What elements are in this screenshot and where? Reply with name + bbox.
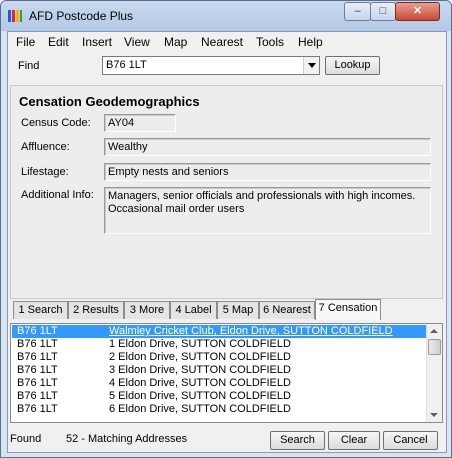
additional-info-label: Additional Info:: [21, 189, 94, 201]
client-area: File Edit Insert View Map Nearest Tools …: [7, 31, 447, 453]
menu-help[interactable]: Help: [298, 35, 323, 49]
lookup-button[interactable]: Lookup: [325, 56, 380, 75]
list-item[interactable]: B76 1LT 1 Eldon Drive, SUTTON COLDFIELD: [12, 338, 426, 351]
window-title: AFD Postcode Plus: [29, 9, 134, 23]
menu-nearest[interactable]: Nearest: [201, 35, 243, 49]
tab-search[interactable]: 1 Search: [13, 301, 68, 319]
lifestage-field: Empty nests and seniors: [104, 163, 431, 181]
list-item-address: Walmley Cricket Club, Eldon Drive, SUTTO…: [109, 325, 393, 337]
list-item-address: 4 Eldon Drive, SUTTON COLDFIELD: [109, 377, 291, 389]
list-item-postcode: B76 1LT: [17, 325, 58, 337]
list-item-address: 5 Eldon Drive, SUTTON COLDFIELD: [109, 390, 291, 402]
find-label: Find: [18, 60, 40, 72]
scroll-thumb[interactable]: [428, 339, 441, 355]
list-item[interactable]: B76 1LT 5 Eldon Drive, SUTTON COLDFIELD: [12, 390, 426, 403]
list-item[interactable]: B76 1LT Walmley Cricket Club, Eldon Driv…: [12, 325, 426, 338]
tab-results[interactable]: 2 Results: [68, 301, 124, 319]
list-item-postcode: B76 1LT: [17, 403, 58, 415]
chevron-down-icon[interactable]: [303, 57, 319, 74]
app-window: AFD Postcode Plus – □ ✕ File Edit Insert…: [0, 0, 452, 458]
find-input[interactable]: B76 1LT: [106, 59, 147, 71]
tab-more[interactable]: 3 More: [124, 301, 170, 319]
lifestage-label: Lifestage:: [21, 166, 69, 178]
title-bar[interactable]: AFD Postcode Plus – □ ✕: [1, 1, 451, 31]
list-item[interactable]: B76 1LT 2 Eldon Drive, SUTTON COLDFIELD: [12, 351, 426, 364]
app-icon: [8, 10, 22, 22]
lifestage-value: Empty nests and seniors: [108, 166, 229, 178]
results-list[interactable]: B76 1LT Walmley Cricket Club, Eldon Driv…: [10, 323, 443, 423]
menu-view[interactable]: View: [124, 35, 150, 49]
menu-map[interactable]: Map: [164, 35, 187, 49]
tab-label[interactable]: 4 Label: [170, 301, 217, 319]
list-item-address: 6 Eldon Drive, SUTTON COLDFIELD: [109, 403, 291, 415]
list-item[interactable]: B76 1LT 3 Eldon Drive, SUTTON COLDFIELD: [12, 364, 426, 377]
menu-edit[interactable]: Edit: [48, 35, 69, 49]
additional-info-field: Managers, senior officials and professio…: [104, 187, 431, 234]
affluence-field: Wealthy: [104, 138, 431, 156]
census-code-field: AY04: [104, 114, 176, 132]
found-label: Found: [10, 433, 42, 445]
list-item-address: 2 Eldon Drive, SUTTON COLDFIELD: [109, 351, 291, 363]
minimize-button[interactable]: –: [344, 2, 371, 21]
close-button[interactable]: ✕: [395, 2, 440, 21]
menu-file[interactable]: File: [16, 35, 35, 49]
tab-strip: 1 Search 2 Results 3 More 4 Label 5 Map …: [10, 299, 443, 321]
affluence-label: Affluence:: [21, 141, 70, 153]
cancel-button[interactable]: Cancel: [383, 431, 438, 450]
menu-insert[interactable]: Insert: [82, 35, 112, 49]
menu-bar: File Edit Insert View Map Nearest Tools …: [8, 32, 446, 51]
list-item-postcode: B76 1LT: [17, 338, 58, 350]
tab-censation[interactable]: 7 Censation: [315, 299, 381, 320]
list-item-address: 3 Eldon Drive, SUTTON COLDFIELD: [109, 364, 291, 376]
additional-info-line2: Occasional mail order users: [108, 203, 245, 215]
list-item-postcode: B76 1LT: [17, 377, 58, 389]
match-count: 52 - Matching Addresses: [66, 433, 188, 445]
find-combobox[interactable]: B76 1LT: [102, 56, 320, 75]
clear-button[interactable]: Clear: [328, 431, 380, 450]
censation-panel: Censation Geodemographics Census Code: A…: [10, 85, 443, 299]
results-scrollbar[interactable]: [426, 324, 442, 422]
list-item[interactable]: B76 1LT 4 Eldon Drive, SUTTON COLDFIELD: [12, 377, 426, 390]
list-item-postcode: B76 1LT: [17, 351, 58, 363]
panel-title: Censation Geodemographics: [19, 94, 200, 109]
tab-map[interactable]: 5 Map: [217, 301, 259, 319]
census-code-value: AY04: [108, 117, 135, 129]
list-item-postcode: B76 1LT: [17, 390, 58, 402]
maximize-button[interactable]: □: [370, 2, 396, 21]
list-item-postcode: B76 1LT: [17, 364, 58, 376]
tab-nearest[interactable]: 6 Nearest: [259, 301, 315, 319]
scroll-up-icon[interactable]: [430, 329, 438, 333]
affluence-value: Wealthy: [108, 141, 148, 153]
census-code-label: Census Code:: [21, 117, 91, 129]
list-item[interactable]: B76 1LT 6 Eldon Drive, SUTTON COLDFIELD: [12, 403, 426, 416]
search-button[interactable]: Search: [270, 431, 325, 450]
menu-tools[interactable]: Tools: [256, 35, 284, 49]
list-item-address: 1 Eldon Drive, SUTTON COLDFIELD: [109, 338, 291, 350]
additional-info-line1: Managers, senior officials and professio…: [108, 190, 416, 202]
scroll-down-icon[interactable]: [430, 413, 438, 417]
